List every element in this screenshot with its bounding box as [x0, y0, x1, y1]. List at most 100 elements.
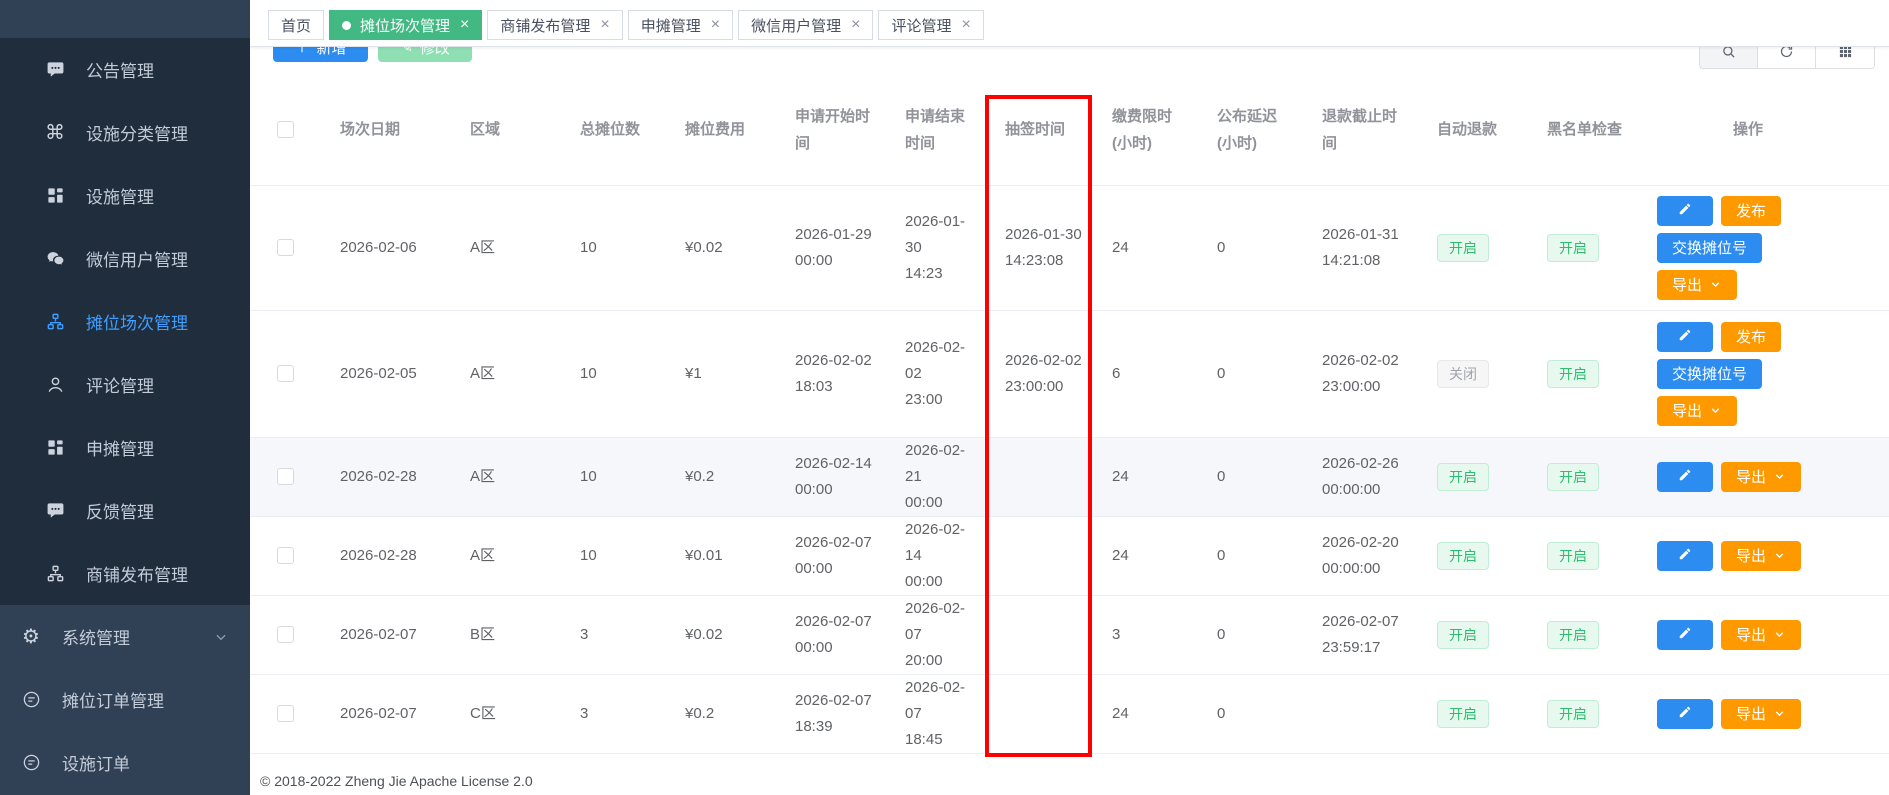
swap-stall-button[interactable]: 交换摊位号 — [1657, 233, 1762, 263]
edit-button[interactable] — [1657, 541, 1713, 571]
cell-publish-delay: 0 — [1197, 595, 1302, 674]
tab-page[interactable]: 评论管理× — [878, 10, 983, 40]
column-header: 黑名单检查 — [1527, 75, 1647, 185]
cell-apply-start: 2026-02-1400:00 — [775, 437, 885, 516]
edit-button[interactable] — [1657, 462, 1713, 492]
edit-button[interactable] — [1657, 620, 1713, 650]
tab-page[interactable]: 摊位场次管理× — [329, 10, 482, 40]
cell-refund-deadline: 2026-01-3114:21:08 — [1302, 185, 1417, 310]
search-icon — [1721, 44, 1736, 64]
status-tag: 开启 — [1437, 234, 1489, 262]
tab-page[interactable]: 商铺发布管理× — [487, 10, 622, 40]
close-icon[interactable]: × — [600, 17, 609, 33]
cell-draw-time: 2026-01-3014:23:08 — [985, 185, 1092, 310]
close-icon[interactable]: × — [711, 17, 720, 33]
sidebar-item[interactable]: 摊位场次管理 — [0, 290, 250, 353]
edit-button[interactable] — [1657, 196, 1713, 226]
chevron-down-icon — [1773, 707, 1786, 720]
cell-auto-refund: 关闭 — [1417, 310, 1527, 437]
swap-stall-button[interactable]: 交换摊位号 — [1657, 359, 1762, 389]
column-header: 场次日期 — [320, 75, 450, 185]
sidebar-item[interactable]: 商铺发布管理 — [0, 542, 250, 605]
tree-icon — [44, 563, 66, 585]
row-checkbox[interactable] — [277, 547, 294, 564]
column-header: 缴费限时(小时) — [1092, 75, 1197, 185]
cell-pay-limit: 24 — [1092, 437, 1197, 516]
pencil-icon — [1678, 328, 1692, 346]
cell-pay-limit: 24 — [1092, 674, 1197, 753]
cell-area: B区 — [450, 595, 560, 674]
export-button[interactable]: 导出 — [1721, 620, 1801, 650]
sessions-table: 场次日期区域总摊位数摊位费用申请开始时间申请结束时间抽签时间缴费限时(小时)公布… — [250, 75, 1889, 795]
cell-publish-delay: 0 — [1197, 437, 1302, 516]
export-button[interactable]: 导出 — [1721, 699, 1801, 729]
sidebar-item-home[interactable]: 综合首页 — [0, 0, 250, 17]
cell-draw-time — [985, 595, 1092, 674]
person-icon — [44, 374, 66, 396]
edit-button[interactable] — [1657, 699, 1713, 729]
cell-publish-delay: 0 — [1197, 674, 1302, 753]
comment-icon — [44, 500, 66, 522]
cell-publish-delay: 0 — [1197, 310, 1302, 437]
row-checkbox[interactable] — [277, 239, 294, 256]
sidebar-item[interactable]: 反馈管理 — [0, 479, 250, 542]
cell-area: C区 — [450, 674, 560, 753]
command-icon: ⌘ — [44, 122, 66, 144]
cell-total-stalls: 3 — [560, 595, 665, 674]
column-header: 区域 — [450, 75, 560, 185]
edit-button[interactable] — [1657, 322, 1713, 352]
sidebar-item-label: 设施管理 — [86, 183, 154, 208]
publish-button[interactable]: 发布 — [1721, 196, 1781, 226]
refresh-icon — [1779, 44, 1794, 64]
cell-stall-fee: ¥0.2 — [665, 674, 775, 753]
export-button[interactable]: 导出 — [1657, 396, 1737, 426]
sidebar-item[interactable]: 摊位订单管理 — [0, 668, 250, 731]
export-button[interactable]: 导出 — [1721, 462, 1801, 492]
sidebar-item[interactable]: 评论管理 — [0, 353, 250, 416]
table-row: 2026-02-06A区10¥0.022026-01-2900:002026-0… — [250, 185, 1889, 310]
sidebar-item[interactable]: 公告管理 — [0, 38, 250, 101]
sidebar-item-label: 商铺发布管理 — [86, 561, 188, 586]
tab-page[interactable]: 微信用户管理× — [738, 10, 873, 40]
status-tag: 关闭 — [1437, 360, 1489, 388]
publish-button[interactable]: 发布 — [1721, 322, 1781, 352]
row-checkbox[interactable] — [277, 626, 294, 643]
sidebar-top-item-clipped[interactable]: 综合首页 — [0, 0, 250, 38]
row-checkbox[interactable] — [277, 468, 294, 485]
chevron-down-icon — [214, 630, 228, 644]
export-button[interactable]: 导出 — [1657, 270, 1737, 300]
cell-area: A区 — [450, 516, 560, 595]
close-icon[interactable]: × — [961, 17, 970, 33]
sidebar-item-label: 微信用户管理 — [86, 246, 188, 271]
cell-blacklist-check: 开启 — [1527, 595, 1647, 674]
comment-icon — [44, 59, 66, 81]
sidebar-item[interactable]: 申摊管理 — [0, 416, 250, 479]
table-row: 2026-02-05A区10¥12026-02-0218:032026-02-0… — [250, 310, 1889, 437]
cell-apply-end: 2026-02-2100:00 — [885, 437, 985, 516]
tab-page[interactable]: 申摊管理× — [628, 10, 733, 40]
close-icon[interactable]: × — [460, 17, 469, 33]
sidebar-item[interactable]: 设施订单 — [0, 731, 250, 794]
tab-home[interactable]: 首页 — [268, 10, 324, 40]
cell-apply-end: 2026-02-0720:00 — [885, 595, 985, 674]
status-tag: 开启 — [1547, 234, 1599, 262]
cell-pay-limit: 3 — [1092, 595, 1197, 674]
sidebar-item[interactable]: 设施管理 — [0, 164, 250, 227]
cell-total-stalls: 10 — [560, 310, 665, 437]
cell-actions: 导出 — [1647, 595, 1889, 674]
sidebar-item[interactable]: 微信用户管理 — [0, 227, 250, 290]
row-checkbox[interactable] — [277, 705, 294, 722]
cell-apply-end: 2026-02-0718:45 — [885, 674, 985, 753]
sidebar-item[interactable]: ⚙系统管理 — [0, 605, 250, 668]
cell-pay-limit: 24 — [1092, 185, 1197, 310]
cell-total-stalls: 10 — [560, 437, 665, 516]
pencil-icon — [1678, 468, 1692, 486]
sidebar-item[interactable]: ⌘设施分类管理 — [0, 101, 250, 164]
export-button[interactable]: 导出 — [1721, 541, 1801, 571]
close-icon[interactable]: × — [851, 17, 860, 33]
cell-session-date: 2026-02-28 — [320, 437, 450, 516]
select-all-checkbox[interactable] — [277, 121, 294, 138]
column-header: 总摊位数 — [560, 75, 665, 185]
table-row: 2026-02-28A区10¥0.012026-02-0700:002026-0… — [250, 516, 1889, 595]
row-checkbox[interactable] — [277, 365, 294, 382]
